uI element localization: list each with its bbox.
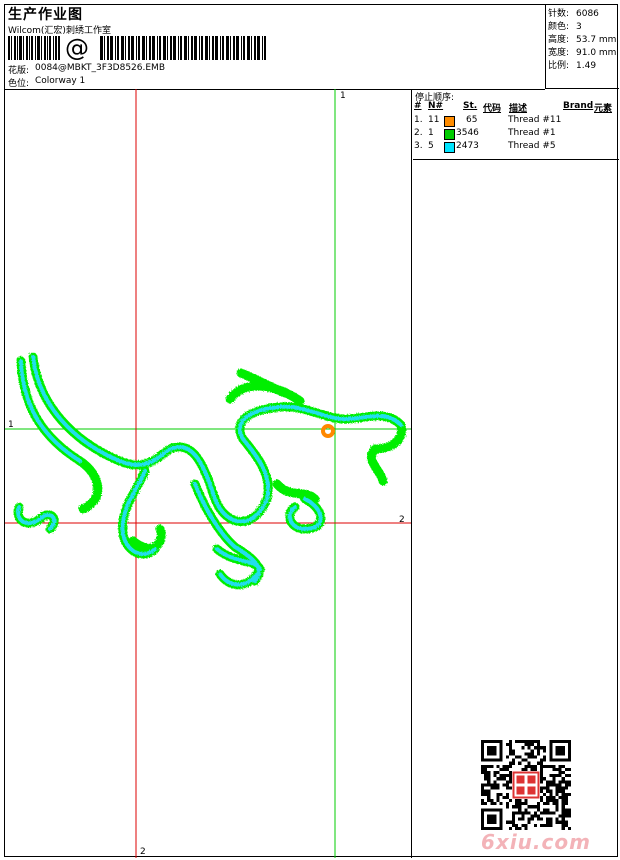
col-n: N# <box>428 101 444 111</box>
axis-label-bottom: 2 <box>140 847 146 857</box>
thread-row[interactable]: 3. 5 2473 Thread #5 <box>413 141 619 154</box>
thread-color-swatch <box>444 142 455 153</box>
colorway-label: 色位: <box>8 79 30 89</box>
embroidery-preview <box>5 89 411 858</box>
stop-sequence-panel: 停止顺序: # N# St. 代码 描述 Brand 元素 1. 11 65 T… <box>413 89 619 160</box>
sheet-header: 生产作业图 Wilcom(汇宏)刺绣工作室 @ 花版: 0084@MBKT_3F… <box>5 5 545 90</box>
axis-label-right: 2 <box>399 515 405 525</box>
dragon-inner <box>16 355 403 587</box>
qr-code[interactable] <box>481 740 571 830</box>
colorway-value: Colorway 1 <box>35 76 86 86</box>
axis-label-left: 1 <box>8 420 14 430</box>
page-title: 生产作业图 <box>8 7 83 23</box>
design-filename: 0084@MBKT_3F3D8526.EMB <box>35 63 165 73</box>
design-stats: 针数: 6086 颜色: 3 高度: 53.7 mm 宽度: 91.0 mm 比例: 1.… <box>545 5 619 89</box>
barcode-left <box>8 36 60 60</box>
col-hash: # <box>414 101 422 111</box>
dragon-outline <box>13 352 407 590</box>
col-element: 元素 <box>594 104 613 114</box>
dragon-eye <box>321 424 335 438</box>
at-symbol: @ <box>65 34 89 62</box>
col-code: 代码 <box>483 104 502 114</box>
stat-colors: 颜色: 3 <box>548 22 582 32</box>
production-sheet: 生产作业图 Wilcom(汇宏)刺绣工作室 @ 花版: 0084@MBKT_3F… <box>4 4 619 858</box>
design-canvas: 1 1 2 2 <box>5 89 412 858</box>
stat-stitches: 针数: 6086 <box>548 9 599 19</box>
col-brand: Brand <box>563 101 594 111</box>
design-label: 花版: <box>8 66 30 76</box>
col-stitches: St. <box>463 101 478 111</box>
thread-row[interactable]: 2. 1 3546 Thread #1 <box>413 128 619 141</box>
stat-scale: 比例: 1.49 <box>548 61 597 71</box>
thread-color-swatch <box>444 129 455 140</box>
stat-width: 宽度: 91.0 mm <box>548 48 617 58</box>
site-watermark: 6xiu.com <box>481 830 591 854</box>
thread-color-swatch <box>444 116 455 127</box>
thread-row[interactable]: 1. 11 65 Thread #11 <box>413 115 619 128</box>
col-desc: 描述 <box>509 104 528 114</box>
stat-height: 高度: 53.7 mm <box>548 35 617 45</box>
axis-label-top: 1 <box>340 91 346 101</box>
barcode-right <box>100 36 266 60</box>
